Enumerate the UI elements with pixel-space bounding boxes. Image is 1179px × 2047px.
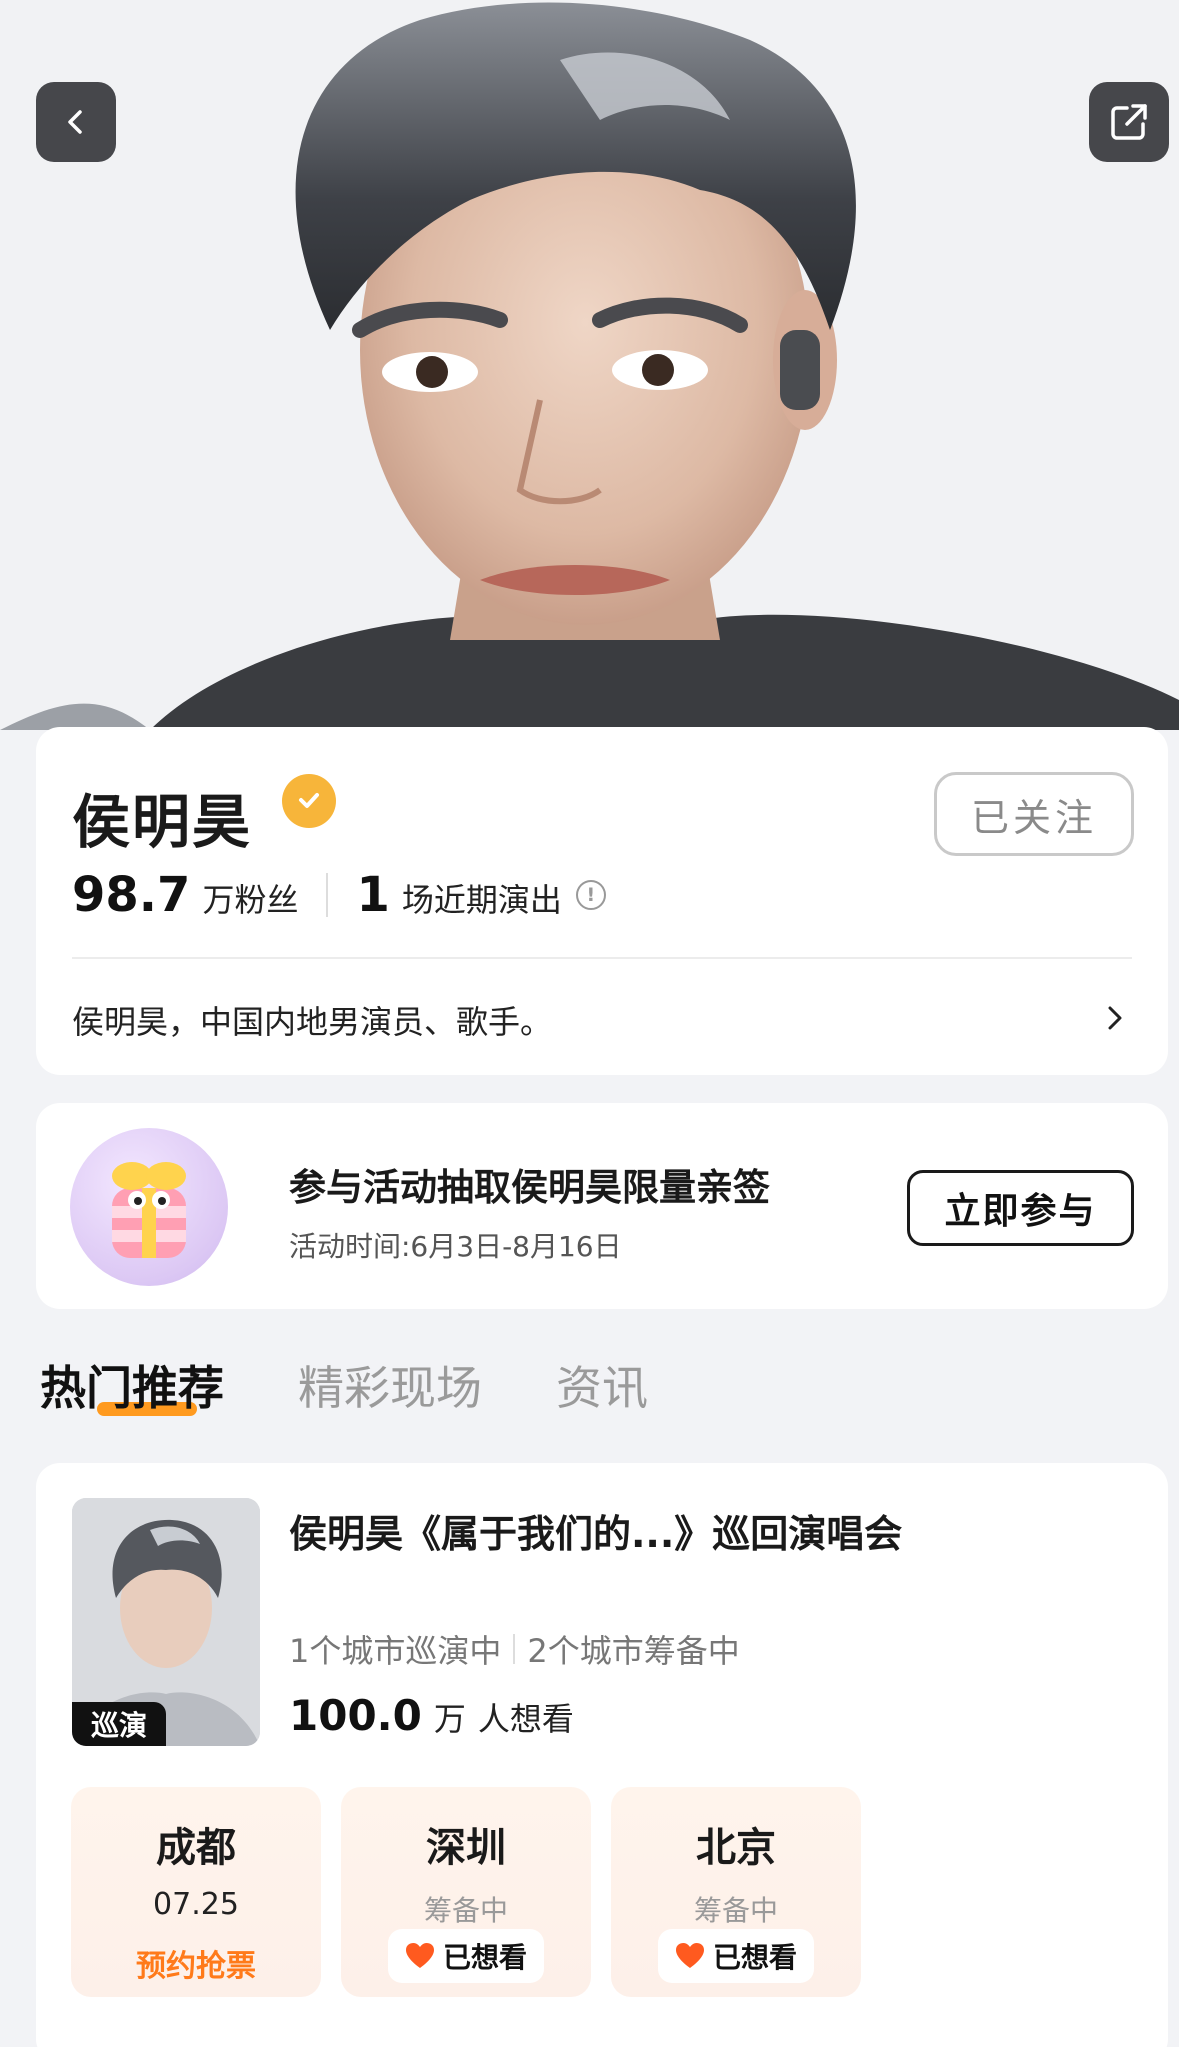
want-unit: 万	[433, 1700, 466, 1738]
wanted-button[interactable]: 已想看	[658, 1929, 814, 1983]
activity-title: 参与活动抽取侯明昊限量亲签	[289, 1166, 770, 1209]
chevron-left-icon	[68, 110, 82, 134]
shows-label: 场近期演出	[401, 881, 562, 919]
artist-hero-banner	[0, 0, 1179, 730]
tour-card[interactable]: 巡演 侯明昊《属于我们的...》巡回演唱会 1个城市巡演中 2个城市筹备中 10…	[36, 1463, 1168, 2047]
fans-count: 98.7	[72, 867, 191, 923]
city-date: 07.25	[153, 1887, 239, 1922]
city-name: 深圳	[426, 1825, 506, 1871]
tab-hot-recommend[interactable]: 热门推荐	[40, 1352, 224, 1418]
share-icon	[1111, 104, 1147, 140]
back-button[interactable]	[36, 82, 116, 162]
info-icon[interactable]: !	[575, 880, 606, 910]
tab-label: 精彩现场	[298, 1361, 482, 1415]
tab-label: 热门推荐	[40, 1361, 224, 1415]
tour-tag: 巡演	[72, 1702, 166, 1746]
city-name: 成都	[156, 1825, 236, 1871]
stats-divider	[326, 873, 329, 917]
tour-title[interactable]: 侯明昊《属于我们的...》巡回演唱会	[289, 1503, 902, 1558]
artist-name: 侯明昊	[72, 788, 253, 856]
city-name: 北京	[696, 1825, 776, 1871]
activity-time: 活动时间:6月3日-8月16日	[289, 1230, 622, 1263]
follow-button[interactable]: 已关注	[934, 772, 1134, 856]
meta-divider	[513, 1634, 516, 1664]
share-button[interactable]	[1089, 82, 1169, 162]
tour-want-count: 100.0 万 人想看	[289, 1691, 574, 1740]
wanted-label: 已想看	[712, 1941, 797, 1974]
profile-divider	[72, 957, 1132, 959]
want-number: 100.0	[289, 1691, 422, 1740]
touring-cities: 1个城市巡演中	[289, 1632, 502, 1670]
preparing-cities: 2个城市筹备中	[527, 1632, 740, 1670]
artist-profile-card: 侯明昊 已关注 98.7 万粉丝 1 场近期演出 ! 侯明昊，中国内地男演员、歌…	[36, 727, 1168, 1075]
shows-count: 1	[356, 867, 390, 923]
city-card-shenzhen[interactable]: 深圳 筹备中 已想看	[341, 1787, 591, 1997]
wanted-button[interactable]: 已想看	[388, 1929, 544, 1983]
tab-live-highlights[interactable]: 精彩现场	[298, 1352, 482, 1418]
city-status: 筹备中	[693, 1894, 778, 1927]
tour-poster[interactable]: 巡演	[72, 1498, 260, 1746]
wanted-label: 已想看	[442, 1941, 527, 1974]
activity-card[interactable]: 参与活动抽取侯明昊限量亲签 活动时间:6月3日-8月16日 立即参与	[36, 1103, 1168, 1309]
artist-bio[interactable]: 侯明昊，中国内地男演员、歌手。	[72, 997, 552, 1043]
want-label: 人想看	[477, 1700, 574, 1738]
city-status: 筹备中	[423, 1894, 508, 1927]
fans-label: 万粉丝	[202, 881, 299, 919]
chevron-right-icon[interactable]	[1104, 1003, 1126, 1033]
heart-icon	[675, 1943, 704, 1968]
reserve-ticket-link[interactable]: 预约抢票	[71, 1941, 321, 1985]
join-activity-button[interactable]: 立即参与	[907, 1170, 1134, 1246]
artist-hero-photo	[0, 0, 1179, 730]
tab-label: 资讯	[556, 1361, 648, 1415]
city-card-beijing[interactable]: 北京 筹备中 已想看	[611, 1787, 861, 1997]
city-card-chengdu[interactable]: 成都 07.25 预约抢票	[71, 1787, 321, 1997]
verified-badge-icon	[282, 774, 336, 828]
content-tabs: 热门推荐 精彩现场 资讯	[40, 1352, 722, 1418]
heart-icon	[405, 1943, 434, 1968]
artist-stats: 98.7 万粉丝 1 场近期演出 !	[72, 867, 606, 923]
gift-box-icon	[70, 1128, 228, 1286]
tab-news[interactable]: 资讯	[556, 1352, 648, 1418]
tour-meta: 1个城市巡演中 2个城市筹备中	[289, 1626, 740, 1672]
